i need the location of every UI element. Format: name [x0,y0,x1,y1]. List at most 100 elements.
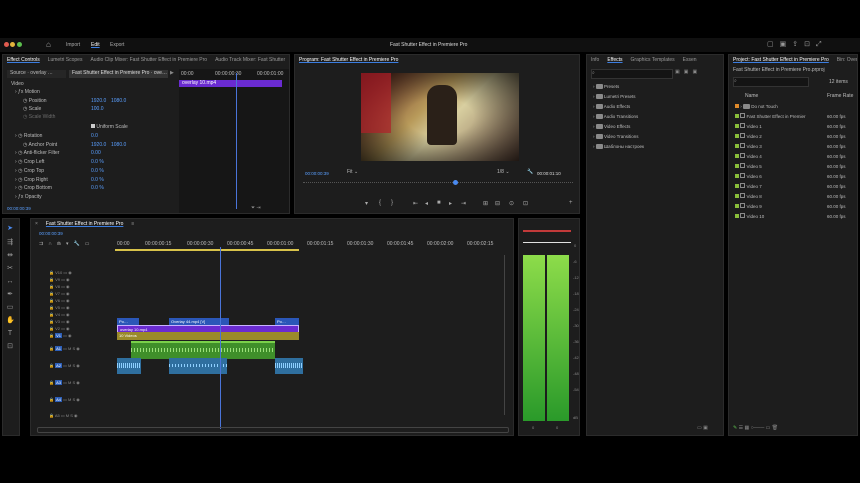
tab-effects[interactable]: Effects [607,57,622,63]
prop-value-2[interactable]: 1080.0 [111,97,126,105]
prop-value-1[interactable]: 0.0 [91,132,98,140]
fx-opacity[interactable]: › ƒx Opacity [15,193,42,201]
track-header-a4[interactable]: 🔒 A4 ▭ M S ◉ [49,396,119,403]
prop-crop-bottom[interactable]: › ◷ Crop Bottom 0.0 % [15,184,175,192]
clip-v1[interactable]: 10 Videos [117,332,299,340]
prop-value-1[interactable]: 0.0 % [91,184,104,192]
ec-timecode[interactable]: 00:00:00:39 [7,206,31,211]
add-button-icon[interactable]: + [569,200,573,206]
tab-project[interactable]: Project: Fast Shutter Effect in Premiere… [733,57,829,63]
prop-value-1[interactable]: 1920.0 [91,97,106,105]
step-back-icon[interactable]: ◂ [425,200,428,207]
track-header-v8[interactable]: 🔒 V8 ▭ ◉ [49,283,119,290]
slip-tool-icon[interactable]: ↔ [6,278,14,286]
project-item[interactable]: Video 10 60.00 fps [735,212,855,221]
tab-audio-clip-mixer[interactable]: Audio Clip Mixer: Fast Shutter Effect in… [90,57,207,63]
col-name[interactable]: Name [745,93,758,99]
prop-uniform-scale[interactable]: Uniform Scale [91,123,128,131]
prop-crop-top[interactable]: › ◷ Crop Top 0.0 % [15,167,175,175]
prop-value-2[interactable]: 1080.0 [111,141,126,149]
timeline-ruler[interactable]: 00:00 00:00:00:15 00:00:00:30 00:00:00:4… [115,239,509,251]
stopwatch-icon[interactable]: ◷ [23,98,27,104]
audio-clip-a2-a[interactable] [117,358,141,374]
prop-value-1[interactable]: 100.0 [91,105,104,113]
close-icon[interactable]: × [35,221,38,227]
stopwatch-icon[interactable]: ◷ [23,106,27,112]
prop-position[interactable]: ◷ Position 1920.0 1080.0 [23,97,175,105]
tab-sequence[interactable]: Fast Shutter Effect in Premiere Pro [46,221,123,227]
prop-crop-left[interactable]: › ◷ Crop Left 0.0 % [15,158,175,166]
program-playhead[interactable] [453,180,458,185]
stop-icon[interactable]: ■ [437,200,441,206]
rectangle-tool-icon[interactable]: ▭ [6,304,14,312]
tab-info[interactable]: Info [591,57,599,63]
source-selector[interactable]: Source · overlay … [7,70,66,78]
track-header-a5[interactable]: 🔒 A5 ▭ M S ◉ [49,412,119,419]
tab-effect-controls[interactable]: Effect Controls [7,57,40,63]
prop-value-1[interactable]: 0.0 % [91,167,104,175]
track-header-v1[interactable]: 🔒 V1 ▭ ◉ [49,332,119,339]
project-item[interactable]: Fast Shutter Effect in Premier 60.00 fps [735,112,855,121]
zoom-slider[interactable]: ○─── [751,425,765,431]
nav-export[interactable]: Export [110,42,124,48]
play-clip-icon[interactable]: ▶ [170,70,174,76]
trash-icon[interactable]: 🗑 [772,425,778,431]
track-select-tool-icon[interactable]: ⇶ [6,239,14,247]
track-header-v3[interactable]: 🔒 V3 ▭ ◉ [49,318,119,325]
workspace-icons[interactable]: ▢▣⇪⊡⤢ [767,40,828,49]
ec-playhead[interactable] [236,73,237,209]
timeline-timecode[interactable]: 00:00:00:39 [39,231,63,236]
col-frame-rate[interactable]: Frame Rate [827,93,853,99]
tab-program[interactable]: Program: Fast Shutter Effect in Premiere… [299,57,398,63]
out-point-icon[interactable]: } [391,200,393,206]
effects-item-video-transitions[interactable]: › Video Transitions [593,132,638,141]
project-item[interactable]: Video 6 60.00 fps [735,172,855,181]
program-timecode[interactable]: 00:00:00:39 [305,171,329,176]
prop-rotation[interactable]: › ◷ Rotation 0.0 [15,132,175,140]
track-header-v4[interactable]: 🔒 V4 ▭ ◉ [49,311,119,318]
track-header-v10[interactable]: 🔒 V10 ▭ ◉ [49,269,119,276]
effects-item-presets-ru[interactable]: › Шаблоны настроек [593,142,644,151]
comparison-icon[interactable]: ⊡ [523,200,528,207]
audio-clip-a2-b[interactable] [169,358,227,374]
prop-anchor-point[interactable]: ◷ Anchor Point 1920.0 1080.0 [23,141,175,149]
track-header-v5[interactable]: 🔒 V5 ▭ ◉ [49,304,119,311]
type-tool-icon[interactable]: T [6,330,14,338]
stopwatch-icon[interactable]: ◷ [18,150,22,156]
step-forward-icon[interactable]: ▸ [449,200,452,207]
fx-motion[interactable]: › ƒx Motion [15,88,40,96]
prop-scale[interactable]: ◷ Scale 100.0 [23,105,175,113]
prop-value-1[interactable]: 0.00 [91,149,101,157]
track-header-v7[interactable]: 🔒 V7 ▭ ◉ [49,290,119,297]
tab-bin[interactable]: Bin: Over [837,57,857,63]
marker-icon[interactable]: ▾ [365,200,368,207]
audio-clip-a1[interactable] [131,341,275,359]
hand-tool-icon[interactable]: ✋ [6,317,15,325]
effects-item-audio-effects[interactable]: › Audio Effects [593,102,630,111]
fit-dropdown[interactable]: Fit ⌄ [347,169,375,177]
track-header-v6[interactable]: 🔒 V6 ▭ ◉ [49,297,119,304]
timeline-scrollbar[interactable] [37,427,509,433]
insert-icon[interactable]: ⊞ [483,200,488,207]
prop-crop-right[interactable]: › ◷ Crop Right 0.0 % [15,176,175,184]
razor-tool-icon[interactable]: ✂ [6,265,14,273]
program-video-frame[interactable] [361,73,519,161]
list-view-icon[interactable]: ☰ [739,425,743,431]
pencil-icon[interactable]: ✎ [733,425,737,431]
tab-lumetri-scopes[interactable]: Lumetri Scopes [48,57,83,63]
stopwatch-icon[interactable]: ◷ [18,185,22,191]
project-item[interactable]: Video 5 60.00 fps [735,162,855,171]
stopwatch-icon[interactable]: ◷ [18,133,22,139]
icon-view-icon[interactable]: ▦ [744,425,749,431]
pen-tool-icon[interactable]: ✒ [6,291,14,299]
project-item[interactable]: Video 1 60.00 fps [735,122,855,131]
stopwatch-icon[interactable]: ◷ [18,159,22,165]
ripple-edit-tool-icon[interactable]: ⇹ [6,252,14,260]
effects-search-input[interactable]: ⌕ [591,69,673,79]
selection-tool-icon[interactable]: ➤ [6,225,14,233]
window-controls[interactable] [4,42,22,49]
timeline-tool-icons[interactable]: ⇉∩⋒▾🔧▭ [39,241,94,247]
prop-value-1[interactable]: 1920.0 [91,141,106,149]
track-header-a3[interactable]: 🔒 A3 ▭ M S ◉ [49,379,119,386]
program-scrubber[interactable] [303,180,573,187]
